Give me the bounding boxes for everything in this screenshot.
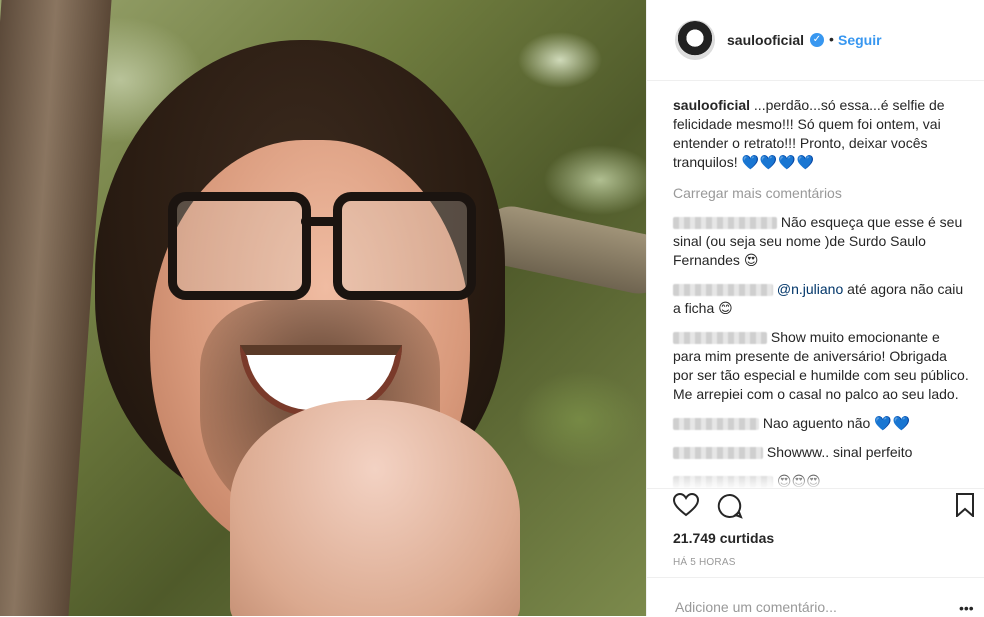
comments-fade (647, 470, 984, 490)
comment-text: Nao aguento não (762, 415, 871, 431)
comment-item: Showww.. sinal perfeito (673, 443, 969, 462)
comment-emoji: 😊 (718, 300, 733, 316)
comment-emoji: 💙💙 (874, 415, 912, 431)
post-header: saulooficial ✓ • Seguir (647, 0, 984, 81)
caption-username[interactable]: saulooficial (673, 97, 750, 113)
blurred-username (673, 332, 767, 345)
hand (230, 400, 520, 616)
blurred-username (673, 447, 763, 460)
blurred-username (673, 284, 773, 297)
add-comment-input[interactable] (673, 598, 947, 616)
glasses (168, 192, 476, 300)
comments-list: saulooficial ...perdão...só essa...é sel… (673, 96, 969, 501)
comment-icon[interactable] (717, 493, 743, 526)
post-side-panel: saulooficial ✓ • Seguir saulooficial ...… (646, 0, 984, 616)
mention-link[interactable]: @n.juliano (777, 281, 843, 297)
comment-emoji: 😍 (743, 252, 759, 268)
post-time[interactable]: HÁ 5 HORAS (673, 557, 736, 568)
follow-button[interactable]: Seguir (838, 32, 882, 48)
glasses-lens-left (168, 192, 311, 300)
post-photo[interactable] (0, 0, 646, 616)
glasses-lens-right (333, 192, 476, 300)
separator-dot: • (829, 31, 834, 47)
avatar[interactable] (675, 20, 715, 60)
comment-item: Não esqueça que esse é seu sinal (ou sej… (673, 213, 969, 270)
caption: saulooficial ...perdão...só essa...é sel… (673, 96, 969, 172)
comment-item: Show muito emocionante e para mim presen… (673, 328, 969, 404)
heart-icon[interactable] (672, 492, 700, 524)
bookmark-icon[interactable] (955, 493, 975, 524)
add-comment-bar: ••• (647, 577, 984, 617)
action-bar (647, 488, 984, 525)
verified-badge-icon: ✓ (810, 33, 824, 47)
load-more-comments-button[interactable]: Carregar mais comentários (673, 184, 969, 203)
likes-count[interactable]: 21.749 curtidas (673, 530, 774, 546)
caption-hearts: 💙💙💙💙 (741, 154, 816, 170)
comment-item: Nao aguento não 💙💙 (673, 414, 969, 433)
comment-text: Showww.. sinal perfeito (766, 444, 913, 460)
more-options-icon[interactable]: ••• (959, 600, 974, 616)
blurred-username (673, 418, 759, 431)
glasses-bridge (301, 217, 337, 226)
header-username[interactable]: saulooficial (727, 32, 804, 48)
blurred-username (673, 217, 777, 230)
comment-item: @n.juliano até agora não caiu a ficha 😊 (673, 280, 969, 318)
